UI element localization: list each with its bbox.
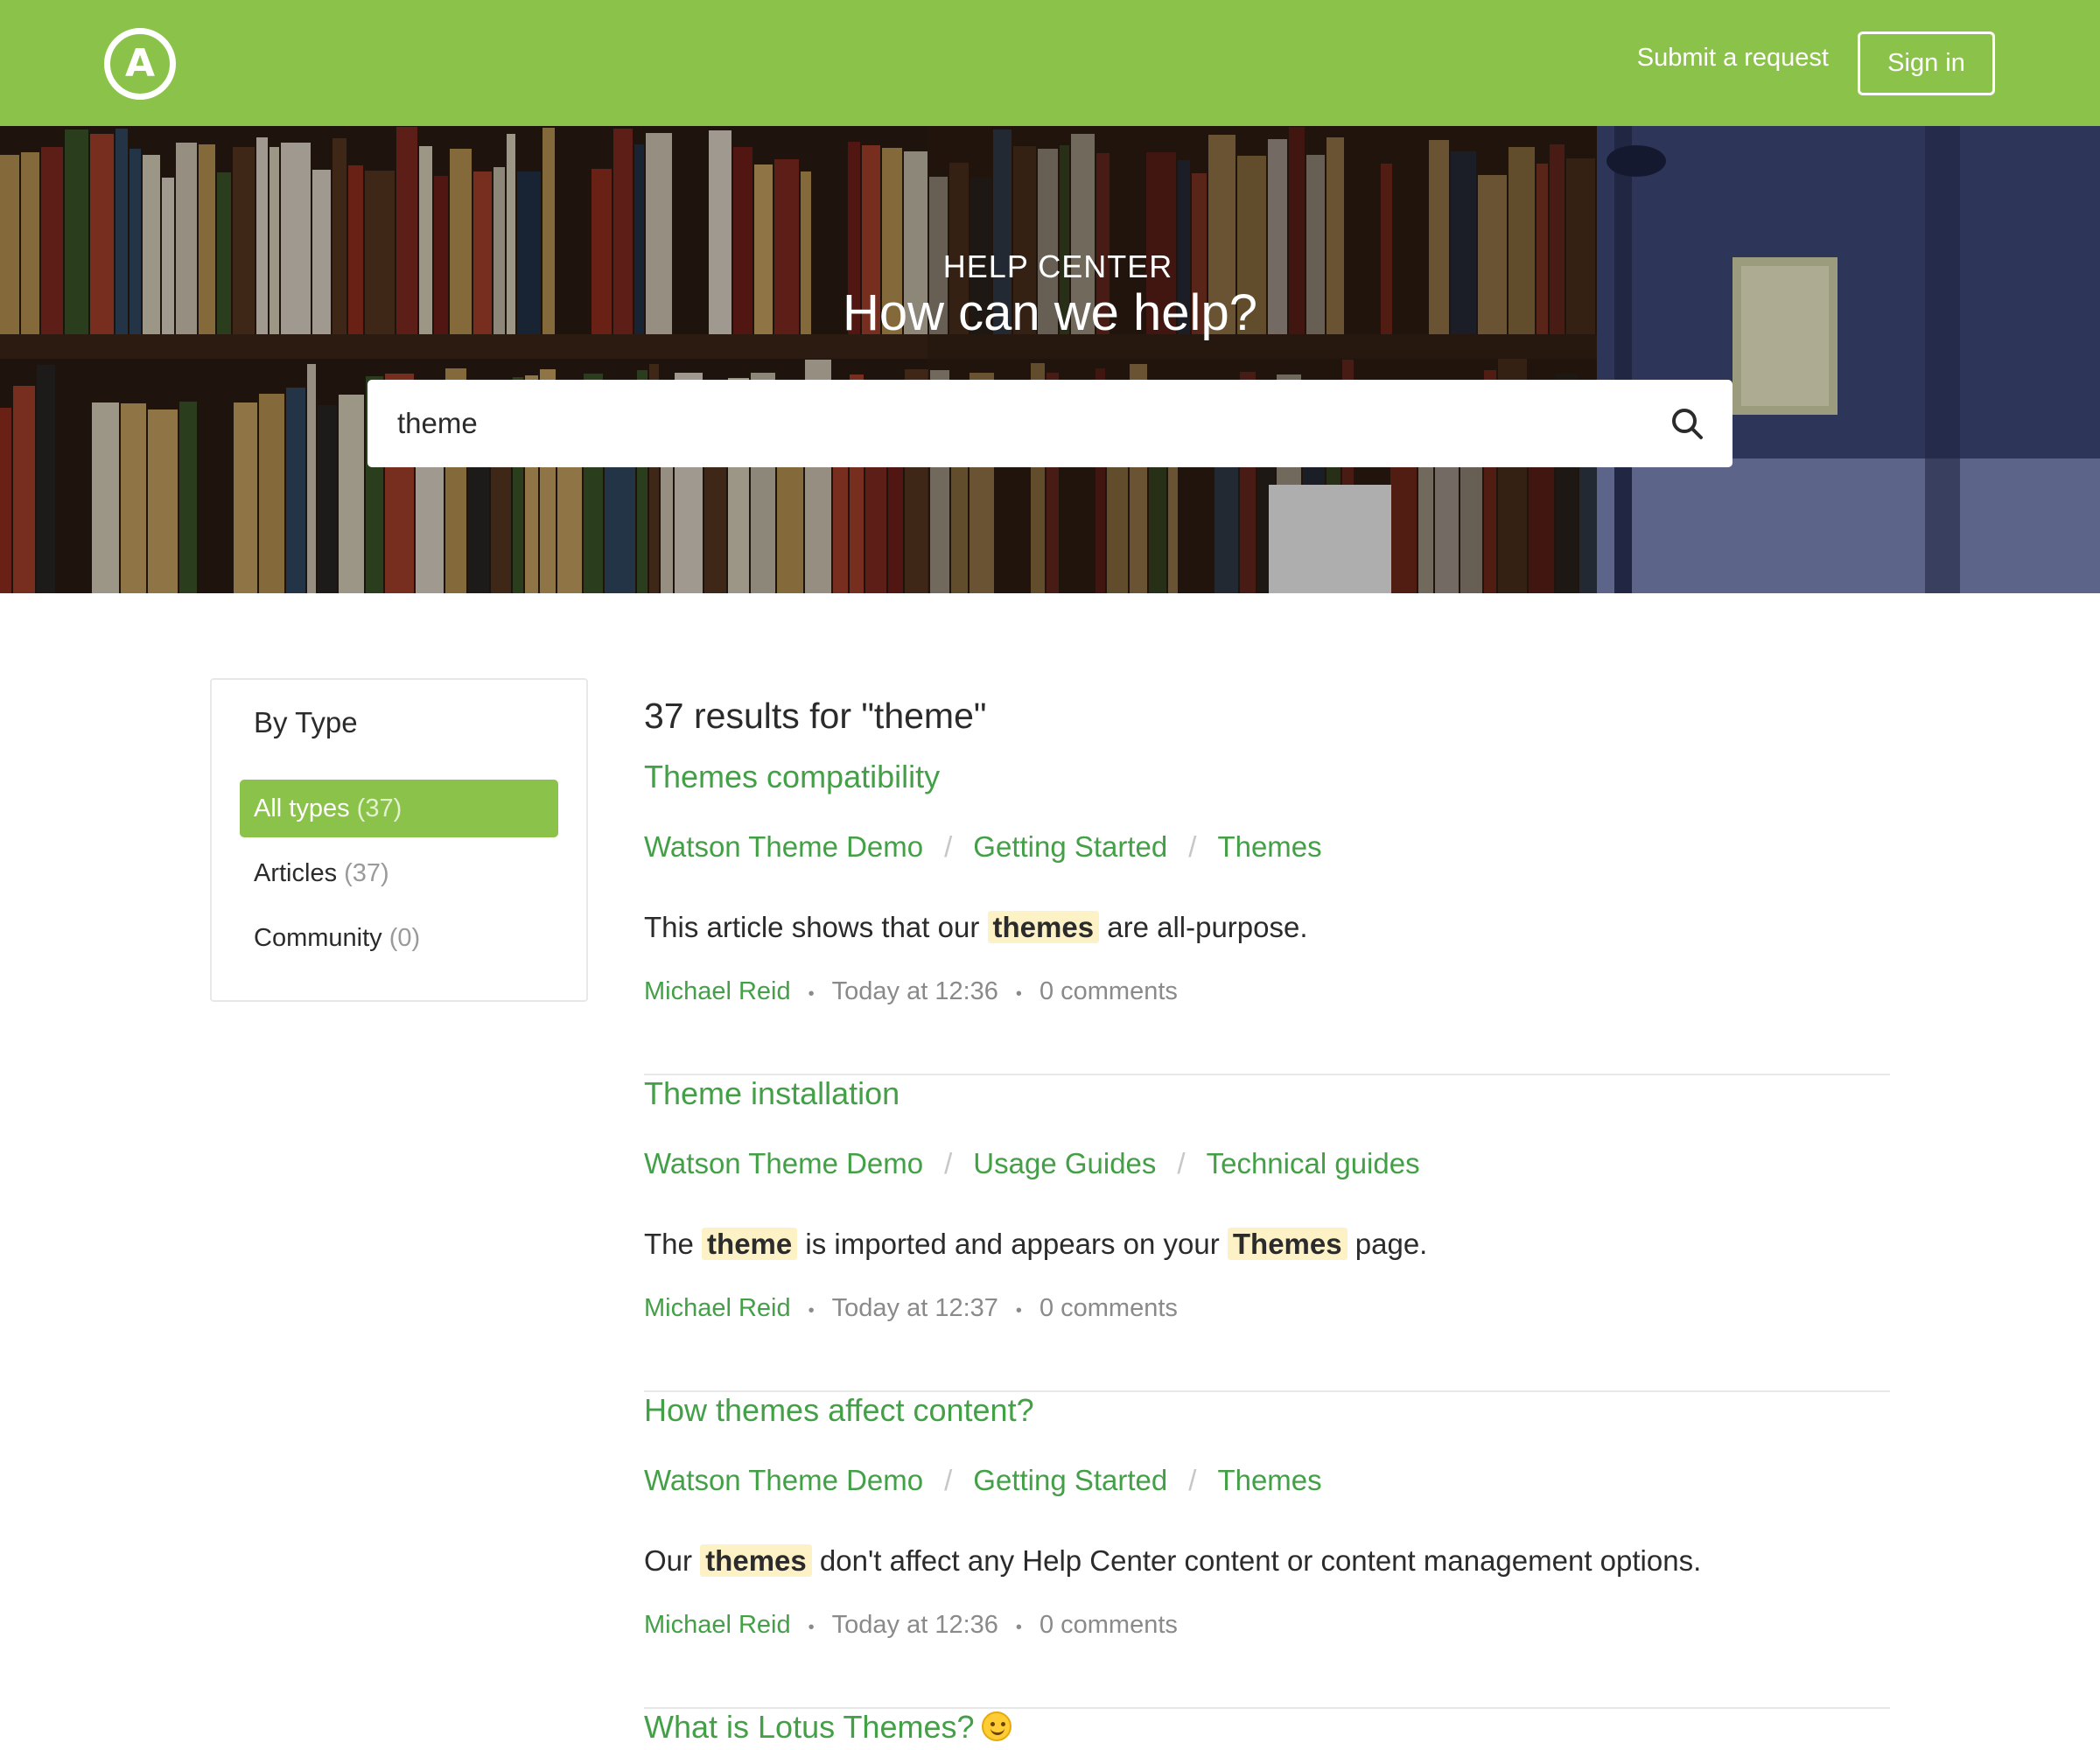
breadcrumb-link[interactable]: Watson Theme Demo (644, 830, 923, 863)
result-comments: 0 comments (1039, 977, 1178, 1005)
hero-banner: HELP CENTER How can we help? (0, 126, 2100, 593)
search-result: How themes affect content? Watson Theme … (644, 1392, 1890, 1709)
type-filter-panel: By Type All types (37) Articles (37) Com… (210, 678, 588, 1002)
snippet-text: This article shows that our (644, 911, 988, 943)
meta-separator: • (808, 984, 815, 1004)
search-result: What is Lotus Themes? (644, 1709, 1890, 1750)
meta-separator: • (1015, 984, 1022, 1004)
snippet-text: don't affect any Help Center content or … (811, 1544, 1702, 1577)
meta-separator: • (808, 1301, 815, 1320)
results-heading: 37 results for "theme" (644, 696, 987, 736)
result-date: Today at 12:36 (831, 1611, 998, 1639)
result-snippet: This article shows that our themes are a… (644, 911, 1308, 944)
search-icon[interactable] (1670, 406, 1704, 441)
breadcrumb-link[interactable]: Technical guides (1207, 1147, 1420, 1180)
author-link[interactable]: Michael Reid (644, 1611, 791, 1639)
filter-count: (37) (356, 794, 402, 822)
filter-label: Articles (254, 859, 338, 887)
result-breadcrumb: Watson Theme Demo / Getting Started / Themes (644, 830, 1322, 864)
brand-logo[interactable]: A (104, 28, 176, 100)
submit-request-link[interactable]: Submit a request (1637, 44, 1829, 73)
result-date: Today at 12:37 (831, 1294, 998, 1322)
hero-title: How can we help? (843, 284, 1257, 341)
result-title-text: What is Lotus Themes? (644, 1709, 975, 1745)
result-snippet: The theme is imported and appears on you… (644, 1228, 1427, 1261)
breadcrumb-link[interactable]: Themes (1217, 830, 1321, 863)
result-title-link[interactable]: What is Lotus Themes? (644, 1709, 1012, 1746)
breadcrumb-separator: / (1188, 830, 1197, 863)
result-breadcrumb: Watson Theme Demo / Getting Started / Themes (644, 1464, 1322, 1497)
result-meta: Michael Reid • Today at 12:36 • 0 comments (644, 977, 1178, 1006)
author-link[interactable]: Michael Reid (644, 1294, 791, 1322)
snippet-text: page. (1347, 1228, 1428, 1260)
filter-label: All types (254, 794, 350, 822)
breadcrumb-link[interactable]: Watson Theme Demo (644, 1147, 923, 1180)
result-snippet: Our themes don't affect any Help Center … (644, 1544, 1701, 1578)
snippet-text: The (644, 1228, 703, 1260)
filter-community[interactable]: Community (0) (240, 909, 558, 967)
breadcrumb-separator: / (1188, 1464, 1197, 1496)
top-bar: A Submit a request Sign in (0, 0, 2100, 126)
breadcrumb-separator: / (944, 1147, 953, 1180)
result-title-link[interactable]: Theme installation (644, 1075, 900, 1112)
search-input[interactable] (397, 402, 1605, 445)
smiling-face-icon (981, 1712, 1012, 1741)
search-highlight: Themes (1227, 1228, 1348, 1260)
filter-all-types[interactable]: All types (37) (240, 780, 558, 837)
help-center-label: HELP CENTER (942, 248, 1173, 284)
result-date: Today at 12:36 (831, 977, 998, 1005)
hero-overlay (0, 126, 2100, 593)
breadcrumb-link[interactable]: Themes (1217, 1464, 1321, 1496)
meta-separator: • (808, 1618, 815, 1637)
result-title-link[interactable]: Themes compatibility (644, 759, 940, 795)
meta-separator: • (1015, 1301, 1022, 1320)
breadcrumb-link[interactable]: Getting Started (973, 1464, 1167, 1496)
search-highlight: themes (987, 911, 1100, 943)
sign-in-button[interactable]: Sign in (1858, 32, 1995, 95)
breadcrumb-separator: / (1177, 1147, 1186, 1180)
filter-articles[interactable]: Articles (37) (240, 844, 558, 902)
result-comments: 0 comments (1039, 1611, 1178, 1639)
search-highlight: theme (702, 1228, 798, 1260)
breadcrumb-link[interactable]: Watson Theme Demo (644, 1464, 923, 1496)
breadcrumb-link[interactable]: Getting Started (973, 830, 1167, 863)
search-bar (368, 380, 1732, 467)
author-link[interactable]: Michael Reid (644, 977, 791, 1005)
snippet-text: are all-purpose. (1099, 911, 1308, 943)
breadcrumb-link[interactable]: Usage Guides (973, 1147, 1156, 1180)
result-meta: Michael Reid • Today at 12:36 • 0 comments (644, 1611, 1178, 1640)
result-title-link[interactable]: How themes affect content? (644, 1392, 1034, 1429)
result-breadcrumb: Watson Theme Demo / Usage Guides / Technical… (644, 1147, 1420, 1180)
snippet-text: Our (644, 1544, 701, 1577)
meta-separator: • (1015, 1618, 1022, 1637)
breadcrumb-separator: / (944, 830, 953, 863)
search-result: Themes compatibility Watson Theme Demo / G… (644, 759, 1890, 1075)
search-highlight: themes (700, 1544, 812, 1577)
filter-count: (37) (344, 859, 389, 887)
search-result: Theme installation Watson Theme Demo / Usa… (644, 1075, 1890, 1392)
filter-panel-title: By Type (254, 706, 358, 738)
result-meta: Michael Reid • Today at 12:37 • 0 comments (644, 1294, 1178, 1323)
breadcrumb-separator: / (944, 1464, 953, 1496)
filter-label: Community (254, 924, 382, 952)
logo-letter: A (124, 41, 156, 86)
snippet-text: is imported and appears on your (797, 1228, 1228, 1260)
result-comments: 0 comments (1039, 1294, 1178, 1322)
filter-count: (0) (388, 924, 421, 952)
